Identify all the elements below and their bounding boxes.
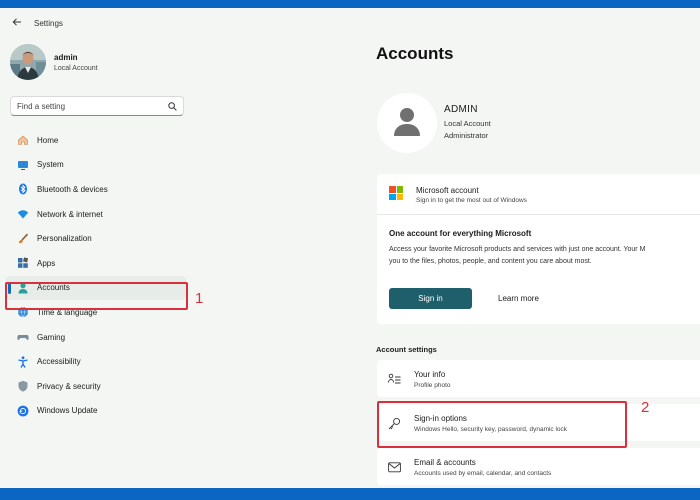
window-frame-bottom — [0, 488, 700, 500]
search-box[interactable] — [10, 96, 184, 116]
sidebar-item-system[interactable]: System — [6, 153, 186, 178]
microsoft-account-card: Microsoft account Sign in to get the mos… — [377, 174, 700, 324]
sidebar-item-label: Network & internet — [37, 209, 103, 219]
bluetooth-icon — [16, 183, 29, 196]
search-icon[interactable] — [165, 101, 179, 111]
sidebar-item-apps[interactable]: Apps — [6, 251, 186, 276]
sidebar-nav: Home System Bluetooth & devices Network … — [6, 128, 186, 423]
sidebar-item-label: Bluetooth & devices — [37, 184, 108, 194]
sidebar-item-accessibility[interactable]: Accessibility — [6, 349, 186, 374]
window-frame-top — [0, 0, 700, 8]
sidebar-item-label: Privacy & security — [37, 381, 101, 391]
settings-window: Settings admin Local Account Find a sett… — [0, 8, 700, 488]
back-arrow-icon — [12, 16, 22, 30]
home-icon — [16, 134, 29, 147]
microsoft-logo-icon — [389, 186, 403, 200]
sidebar-item-label: Home — [37, 135, 59, 145]
description-line: you to the files, photos, people, and co… — [389, 258, 592, 265]
setting-subtitle: Profile photo — [414, 382, 451, 389]
apps-icon — [16, 257, 29, 270]
update-icon — [16, 404, 29, 417]
annotation-step-number: 1 — [195, 290, 204, 307]
setting-title: Your info — [414, 370, 446, 379]
sidebar-item-label: System — [37, 160, 64, 170]
mail-icon — [387, 460, 401, 474]
description-line: Access your favorite Microsoft products … — [389, 246, 646, 253]
account-type: Local Account — [444, 119, 491, 128]
email-accounts-row[interactable]: Email & accounts Accounts used by email,… — [377, 448, 700, 485]
sidebar-item-label: Windows Update — [37, 406, 98, 416]
sidebar-item-windows-update[interactable]: Windows Update — [6, 399, 186, 424]
sidebar-item-label: Personalization — [37, 234, 92, 244]
account-settings-heading: Account settings — [376, 345, 437, 354]
setting-title: Email & accounts — [414, 458, 476, 467]
sidebar-item-bluetooth-devices[interactable]: Bluetooth & devices — [6, 177, 186, 202]
avatar — [10, 44, 46, 80]
user-profile[interactable]: admin Local Account — [10, 44, 98, 80]
shield-icon — [16, 380, 29, 393]
app-title: Settings — [34, 18, 63, 28]
profile-name: admin — [54, 52, 78, 62]
sidebar-item-gaming[interactable]: Gaming — [6, 325, 186, 350]
sign-in-button[interactable]: Sign in — [389, 288, 472, 309]
gamepad-icon — [16, 331, 29, 344]
search-input[interactable] — [11, 98, 165, 114]
microsoft-card-description: Access your favorite Microsoft products … — [389, 244, 700, 268]
sidebar-item-label: Apps — [37, 258, 56, 268]
microsoft-card-heading: One account for everything Microsoft — [389, 229, 532, 238]
sidebar-item-network[interactable]: Network & internet — [6, 202, 186, 227]
sidebar-item-home[interactable]: Home — [6, 128, 186, 153]
sidebar-item-privacy-security[interactable]: Privacy & security — [6, 374, 186, 399]
microsoft-account-header[interactable]: Microsoft account Sign in to get the mos… — [377, 174, 700, 215]
title-bar: Settings — [0, 8, 700, 38]
accessibility-icon — [16, 355, 29, 368]
profile-account-type: Local Account — [54, 64, 98, 72]
your-info-row[interactable]: Your info Profile photo — [377, 360, 700, 397]
annotation-highlight-accounts — [5, 282, 188, 310]
display-icon — [16, 158, 29, 171]
person-list-icon — [387, 372, 401, 386]
learn-more-link[interactable]: Learn more — [498, 294, 539, 303]
sidebar-item-label: Accessibility — [37, 357, 81, 367]
annotation-highlight-sign-in-options — [377, 401, 627, 448]
sidebar-item-personalization[interactable]: Personalization — [6, 226, 186, 251]
microsoft-account-subtitle: Sign in to get the most out of Windows — [416, 197, 527, 204]
wifi-icon — [16, 208, 29, 221]
sidebar-item-label: Gaming — [37, 332, 66, 342]
page-title: Accounts — [376, 44, 454, 63]
setting-subtitle: Accounts used by email, calendar, and co… — [414, 470, 552, 477]
account-role: Administrator — [444, 131, 489, 140]
brush-icon — [16, 232, 29, 245]
microsoft-account-title: Microsoft account — [416, 186, 479, 195]
back-button[interactable] — [10, 16, 24, 30]
annotation-step-number: 2 — [641, 399, 650, 416]
account-avatar[interactable] — [377, 93, 437, 153]
account-name: ADMIN — [444, 104, 478, 115]
person-placeholder-icon — [390, 104, 424, 143]
